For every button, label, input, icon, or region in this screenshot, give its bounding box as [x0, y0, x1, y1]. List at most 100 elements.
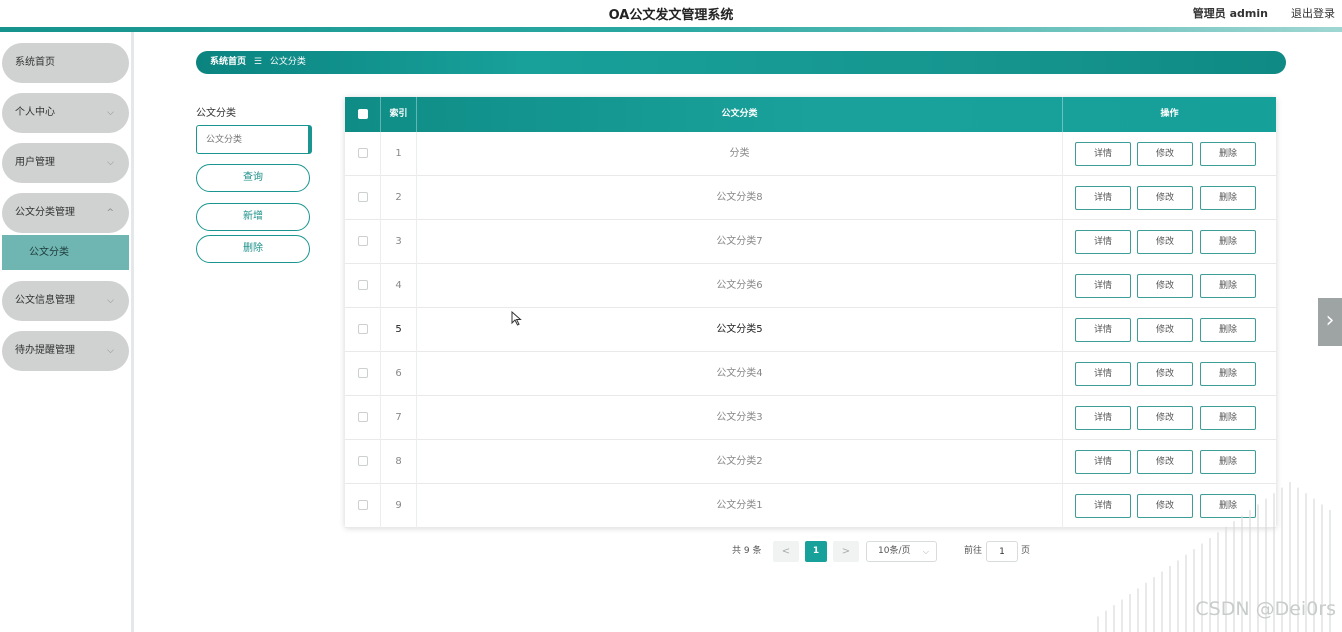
row-actions: 详情 修改 删除 — [1063, 308, 1276, 352]
row-index: 3 — [381, 220, 417, 264]
select-all-checkbox[interactable] — [357, 108, 368, 119]
table-row: 5 公文分类5 详情 修改 删除 — [345, 308, 1276, 352]
menu-icon: ☰ — [253, 57, 262, 67]
row-category: 公文分类7 — [417, 220, 1063, 264]
sidebar-item-profile[interactable]: 个人中心 ⌵ — [2, 93, 129, 133]
row-checkbox[interactable] — [357, 324, 368, 334]
edit-button[interactable]: 修改 — [1137, 230, 1193, 254]
page-suffix: 页 — [1021, 546, 1031, 556]
detail-button[interactable]: 详情 — [1075, 318, 1131, 342]
row-index: 8 — [381, 440, 417, 484]
row-index: 7 — [381, 396, 417, 440]
column-header-category: 公文分类 — [417, 97, 1063, 132]
row-select-cell — [345, 396, 381, 440]
page-number-current[interactable]: 1 — [805, 541, 827, 562]
sidebar-item-label: 系统首页 — [15, 57, 55, 68]
chevron-right-icon[interactable]: › — [1318, 298, 1342, 346]
batch-delete-button[interactable]: 删除 — [196, 235, 310, 263]
row-checkbox[interactable] — [357, 500, 368, 510]
row-actions: 详情 修改 删除 — [1063, 132, 1276, 176]
edit-button[interactable]: 修改 — [1137, 406, 1193, 430]
edit-button[interactable]: 修改 — [1137, 274, 1193, 298]
mouse-cursor-icon — [511, 311, 522, 326]
row-category: 公文分类1 — [417, 484, 1063, 528]
row-select-cell — [345, 440, 381, 484]
sidebar-item-home[interactable]: 系统首页 — [2, 43, 129, 83]
detail-button[interactable]: 详情 — [1075, 142, 1131, 166]
delete-button[interactable]: 删除 — [1200, 142, 1256, 166]
select-all-cell — [345, 97, 381, 132]
edit-button[interactable]: 修改 — [1137, 318, 1193, 342]
row-checkbox[interactable] — [357, 148, 368, 158]
detail-button[interactable]: 详情 — [1075, 362, 1131, 386]
search-label: 公文分类 — [196, 108, 236, 119]
sidebar-item-label: 用户管理 — [15, 157, 55, 168]
breadcrumb-home[interactable]: 系统首页 — [210, 57, 246, 67]
table-header: 索引 公文分类 操作 — [345, 97, 1276, 132]
row-index: 9 — [381, 484, 417, 528]
page-size-select[interactable]: 10条/页 ⌵ — [866, 541, 937, 562]
chevron-down-icon: ⌵ — [107, 158, 114, 168]
sidebar-item-label: 公文信息管理 — [15, 295, 75, 306]
sidebar-subitem-category[interactable]: 公文分类 — [2, 235, 129, 270]
row-select-cell — [345, 484, 381, 528]
row-actions: 详情 修改 删除 — [1063, 352, 1276, 396]
prev-page-button[interactable]: < — [773, 541, 799, 562]
sidebar-item-todo-management[interactable]: 待办提醒管理 ⌵ — [2, 331, 129, 371]
delete-button[interactable]: 删除 — [1200, 230, 1256, 254]
table-row: 1 分类 详情 修改 删除 — [345, 132, 1276, 176]
sidebar-item-category-management[interactable]: 公文分类管理 ^ — [2, 193, 129, 233]
sidebar-item-label: 公文分类管理 — [15, 207, 75, 218]
row-select-cell — [345, 352, 381, 396]
row-checkbox[interactable] — [357, 412, 368, 422]
row-checkbox[interactable] — [357, 192, 368, 202]
delete-button[interactable]: 删除 — [1200, 274, 1256, 298]
delete-button[interactable]: 删除 — [1200, 186, 1256, 210]
row-checkbox[interactable] — [357, 280, 368, 290]
delete-button[interactable]: 删除 — [1200, 362, 1256, 386]
detail-button[interactable]: 详情 — [1075, 274, 1131, 298]
row-index: 5 — [381, 308, 417, 352]
top-divider — [0, 27, 1342, 32]
top-bar: OA公文发文管理系统 管理员 admin 退出登录 — [0, 0, 1342, 28]
column-header-index: 索引 — [381, 97, 417, 132]
table-row: 2 公文分类8 详情 修改 删除 — [345, 176, 1276, 220]
row-actions: 详情 修改 删除 — [1063, 176, 1276, 220]
edit-button[interactable]: 修改 — [1137, 362, 1193, 386]
goto-page-input[interactable] — [986, 541, 1018, 562]
detail-button[interactable]: 详情 — [1075, 230, 1131, 254]
add-button[interactable]: 新增 — [196, 203, 310, 231]
delete-button[interactable]: 删除 — [1200, 318, 1256, 342]
logout-link[interactable]: 退出登录 — [1291, 5, 1335, 21]
breadcrumb-current: 公文分类 — [269, 57, 306, 67]
edit-button[interactable]: 修改 — [1137, 186, 1193, 210]
row-index: 1 — [381, 132, 417, 176]
delete-button[interactable]: 删除 — [1200, 406, 1256, 430]
detail-button[interactable]: 详情 — [1075, 186, 1131, 210]
row-select-cell — [345, 176, 381, 220]
row-actions: 详情 修改 删除 — [1063, 264, 1276, 308]
sidebar-item-users[interactable]: 用户管理 ⌵ — [2, 143, 129, 183]
row-index: 6 — [381, 352, 417, 396]
category-table: 索引 公文分类 操作 1 分类 详情 修改 删除 2 公文分类8 详情 修改 删除 3 公文分类7 详情… — [345, 97, 1276, 528]
row-select-cell — [345, 308, 381, 352]
query-button[interactable]: 查询 — [196, 164, 310, 192]
detail-button[interactable]: 详情 — [1075, 406, 1131, 430]
goto-label: 前往 — [964, 546, 983, 556]
row-actions: 详情 修改 删除 — [1063, 220, 1276, 264]
edit-button[interactable]: 修改 — [1137, 142, 1193, 166]
row-actions: 详情 修改 删除 — [1063, 396, 1276, 440]
sidebar-item-label: 待办提醒管理 — [15, 345, 75, 356]
sidebar-item-label: 个人中心 — [15, 107, 55, 118]
chevron-up-icon: ^ — [106, 208, 114, 218]
pagination-total: 共 9 条 — [732, 546, 762, 556]
row-checkbox[interactable] — [357, 456, 368, 466]
row-select-cell — [345, 264, 381, 308]
row-checkbox[interactable] — [357, 368, 368, 378]
sidebar: 系统首页 个人中心 ⌵ 用户管理 ⌵ 公文分类管理 ^ 公文分类 公文信息管理 … — [0, 32, 134, 632]
category-search-input[interactable] — [196, 125, 312, 154]
row-index: 4 — [381, 264, 417, 308]
next-page-button[interactable]: > — [833, 541, 859, 562]
row-checkbox[interactable] — [357, 236, 368, 246]
sidebar-item-document-management[interactable]: 公文信息管理 ⌵ — [2, 281, 129, 321]
